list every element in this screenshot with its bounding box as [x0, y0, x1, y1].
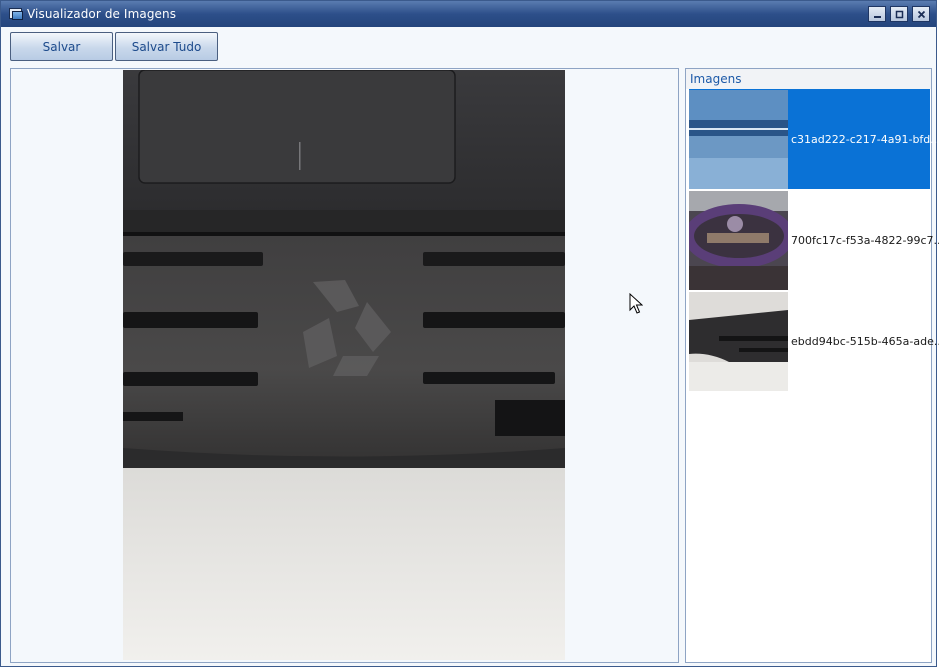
toolbar: Salvar Salvar Tudo [10, 32, 218, 61]
minimize-button[interactable] [868, 6, 886, 22]
app-icon [9, 7, 25, 21]
preview-image [123, 70, 565, 660]
thumbnail-item[interactable]: ebdd94bc-515b-465a-ade... [689, 291, 939, 391]
window-title: Visualizador de Imagens [27, 7, 177, 21]
thumbnail-image [689, 291, 788, 391]
thumbnail-label: c31ad222-c217-4a91-bfd... [791, 132, 939, 146]
close-icon [917, 10, 925, 18]
images-panel: Imagens c31ad222-c217-4a91-bfd... 700fc1… [685, 68, 939, 663]
maximize-button[interactable] [890, 6, 908, 22]
thumbnail-list: c31ad222-c217-4a91-bfd... 700fc17c-f53a-… [689, 89, 939, 392]
thumbnail-label: ebdd94bc-515b-465a-ade... [791, 334, 939, 348]
close-button[interactable] [912, 6, 930, 22]
thumbnail-image [689, 89, 788, 189]
thumbnail-label: 700fc17c-f53a-4822-99c7... [791, 233, 939, 247]
mouse-pointer-icon [629, 293, 643, 314]
image-viewer-area[interactable] [10, 68, 679, 663]
thumbnail-item[interactable]: c31ad222-c217-4a91-bfd... [689, 89, 939, 189]
title-bar[interactable]: Visualizador de Imagens [1, 1, 936, 27]
window-controls [868, 6, 930, 22]
thumbnail-item[interactable]: 700fc17c-f53a-4822-99c7... [689, 190, 939, 290]
maximize-icon [895, 10, 903, 18]
minimize-icon [873, 15, 881, 18]
thumbnail-image [689, 190, 788, 290]
images-panel-header: Imagens [686, 69, 931, 89]
save-all-button[interactable]: Salvar Tudo [115, 32, 218, 61]
save-button[interactable]: Salvar [10, 32, 113, 61]
image-viewer-window: Visualizador de Imagens Salvar Salvar Tu… [0, 0, 939, 667]
